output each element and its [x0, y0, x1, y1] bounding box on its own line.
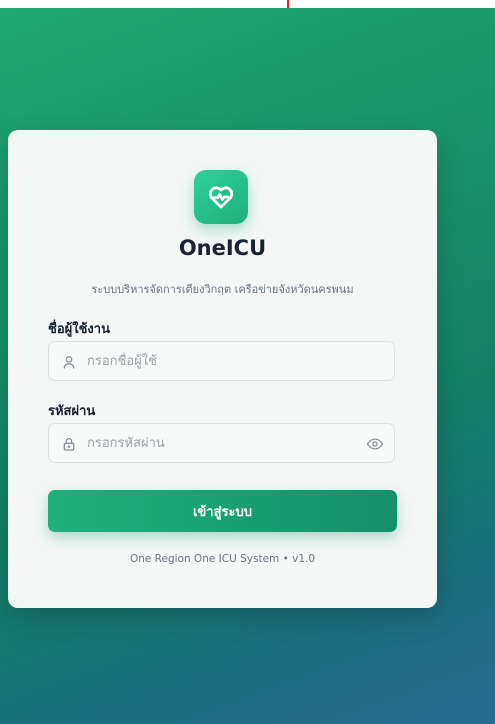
user-icon — [63, 356, 75, 369]
login-card: OneICU ระบบบริหารจัดการเตียงวิกฤต เครือข… — [8, 130, 437, 608]
footer-version: One Region One ICU System • v1.0 — [129, 553, 316, 565]
password-label: รหัสผ่าน — [48, 404, 96, 419]
heart-pulse-icon — [194, 170, 248, 224]
login-button[interactable]: เข้าสู่ระบบ — [48, 490, 397, 532]
eye-icon[interactable] — [366, 435, 384, 453]
password-field[interactable] — [48, 423, 395, 463]
username-input[interactable] — [87, 342, 357, 380]
app-subtitle: ระบบบริหารจัดการเตียงวิกฤต เครือข่ายจังห… — [91, 283, 354, 296]
password-input[interactable] — [87, 424, 357, 462]
username-field[interactable] — [48, 341, 395, 381]
lock-icon — [63, 438, 75, 451]
cursor-mark — [287, 0, 289, 8]
username-label: ชื่อผู้ใช้งาน — [48, 322, 110, 337]
app-title: OneICU — [178, 236, 267, 260]
top-strip — [0, 0, 495, 8]
